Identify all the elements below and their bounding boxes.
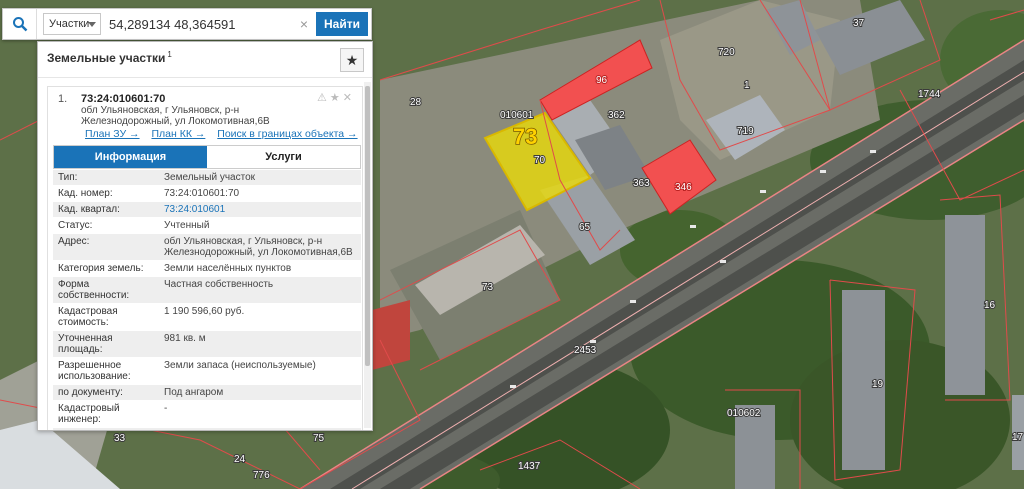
parcel-number-label: 19 [872,379,884,390]
parcel-number-label: 1437 [518,461,541,472]
result-item: 1. 73:24:010601:70 ⚠ ★ ✕ обл Ульяновская… [47,86,363,430]
panel-header: Земельные участки 1 ★ [38,42,372,78]
panel-title: Земельные участки 1 [47,50,172,65]
tab-services[interactable]: Услуги [207,146,360,168]
result-index: 1. [58,93,68,105]
result-address: обл Ульяновская, г Ульяновск, р-н Железн… [81,105,301,127]
selected-parcel-big-label: 73 [513,124,537,149]
block-label-010602: 010602 [727,408,761,419]
clear-icon[interactable]: × [296,16,312,32]
property-row: Уточненная площадь: 981 кв. м [53,331,361,358]
search-type-select[interactable]: Участки [43,13,101,35]
property-key: Кад. квартал: [58,204,120,215]
property-key: Тип: [58,172,78,183]
property-key: Категория земель: [58,263,144,274]
search-bar: Участки × Найти [2,8,372,40]
property-row: Форма собственности: Частная собственност… [53,277,361,304]
property-value: Земли населённых пунктов [164,263,292,274]
info-panel: Земельные участки 1 ★ 1. 73:24:010601:70 … [37,41,373,431]
parcel-number-label: 719 [737,126,754,137]
property-value: Частная собственность [164,279,274,290]
block-label-010601: 010601 [500,110,534,121]
result-count: 1 [167,50,172,59]
property-key: Разрешенное использование: [58,360,131,382]
result-tabs: Информация Услуги [53,145,361,169]
parcel-number-label: 16 [984,300,996,311]
parcel-number-label: 776 [253,470,270,481]
result-address-line1: обл Ульяновская, г Ульяновск, р-н [81,105,240,116]
property-row: по документу: Под ангаром [53,385,361,401]
parcel-number-label: 2453 [574,345,597,356]
property-row: Категория земель: Земли населённых пункто… [53,261,361,277]
link-plan-zu[interactable]: План ЗУ → [85,128,140,140]
search-input[interactable] [109,13,296,35]
property-row: Кадастровая стоимость: 1 190 596,60 руб. [53,304,361,331]
property-value: 981 кв. м [164,333,206,344]
parcel-number-label: 362 [608,110,625,121]
parcel-number-label: 28 [410,97,422,108]
property-key: Форма собственности: [58,279,130,301]
property-row: Тип: Земельный участок [53,170,361,186]
parcel-number-label: 75 [313,433,325,444]
link-search-in-bounds[interactable]: Поиск в границах объекта → [217,128,357,140]
property-key: Кадастровая стоимость: [58,306,118,328]
property-row: Кад. номер: 73:24:010601:70 [53,186,361,202]
parcel-number-label: 37 [853,18,865,29]
property-value: 73:24:010601:70 [164,188,240,199]
property-value: обл Ульяновская, г Ульяновск, р-н Железн… [164,236,353,258]
property-row: Кад. квартал: 73:24:010601 [53,202,361,218]
parcel-number-label: 363 [633,178,650,189]
property-value: 1 190 596,60 руб. [164,306,245,317]
property-key: Кадастровый инженер: [58,403,120,425]
property-row: Адрес: обл Ульяновская, г Ульяновск, р-н … [53,234,361,261]
parcel-number-label: 73 [482,282,494,293]
parcel-number-label: 24 [234,454,246,465]
result-address-line2: Железнодорожный, ул Локомотивная,6В [81,116,270,127]
parcel-number-label: 17 [1012,432,1024,443]
property-key: Статус: [58,220,93,231]
scrollbar-thumb[interactable] [365,86,370,366]
property-row: Разрешенное использование: Земли запаса (… [53,358,361,385]
property-value: Земли запаса (неиспользуемые) [164,360,316,371]
search-icon[interactable] [3,9,37,39]
property-value: - [164,403,168,414]
result-status-icons[interactable]: ⚠ ★ ✕ [317,91,352,104]
parcel-number-label: 720 [718,47,735,58]
panel-scrollbar[interactable] [364,82,371,428]
property-row: Кадастровый инженер: - [53,401,361,428]
selected-parcel-small-label: 70 [534,155,546,166]
property-key: Кад. номер: [58,188,113,199]
properties-table: Тип: Земельный участок Кад. номер: 73:24:01… [53,170,361,430]
parcel-number-label: 65 [579,222,591,233]
parcel-number-label: 346 [675,182,692,193]
property-key: Адрес: [58,236,90,247]
chevron-down-icon [88,22,96,27]
find-button[interactable]: Найти [316,12,368,36]
parcel-number-label: 96 [596,75,608,86]
property-row: Дата постановки на учет:15.10.2008 [53,428,361,430]
star-icon: ★ [345,51,359,68]
parcel-number-label: 1 [744,80,750,91]
property-row: Статус: Учтенный [53,218,361,234]
parcel-number-label: 33 [114,433,126,444]
parcel-number-label: 1744 [918,89,941,100]
property-value[interactable]: 73:24:010601 [158,202,361,217]
property-value: 15.10.2008 [158,428,361,430]
link-plan-kk[interactable]: План КК → [151,128,205,140]
tab-information[interactable]: Информация [54,146,207,168]
favorite-star-button[interactable]: ★ [340,48,364,72]
property-key: Уточненная площадь: [58,333,113,355]
property-key: Дата постановки на учет: [53,428,158,430]
property-value: Земельный участок [164,172,256,183]
panel-body: 1. 73:24:010601:70 ⚠ ★ ✕ обл Ульяновская… [38,82,364,430]
property-key: по документу: [58,387,123,398]
search-type-label: Участки [49,18,90,30]
result-cad-number[interactable]: 73:24:010601:70 [81,93,165,105]
panel-title-text: Земельные участки [47,51,166,65]
result-links: План ЗУ → План КК → Поиск в границах объ… [85,128,364,140]
property-value: Учтенный [164,220,210,231]
property-value: Под ангаром [164,387,224,398]
